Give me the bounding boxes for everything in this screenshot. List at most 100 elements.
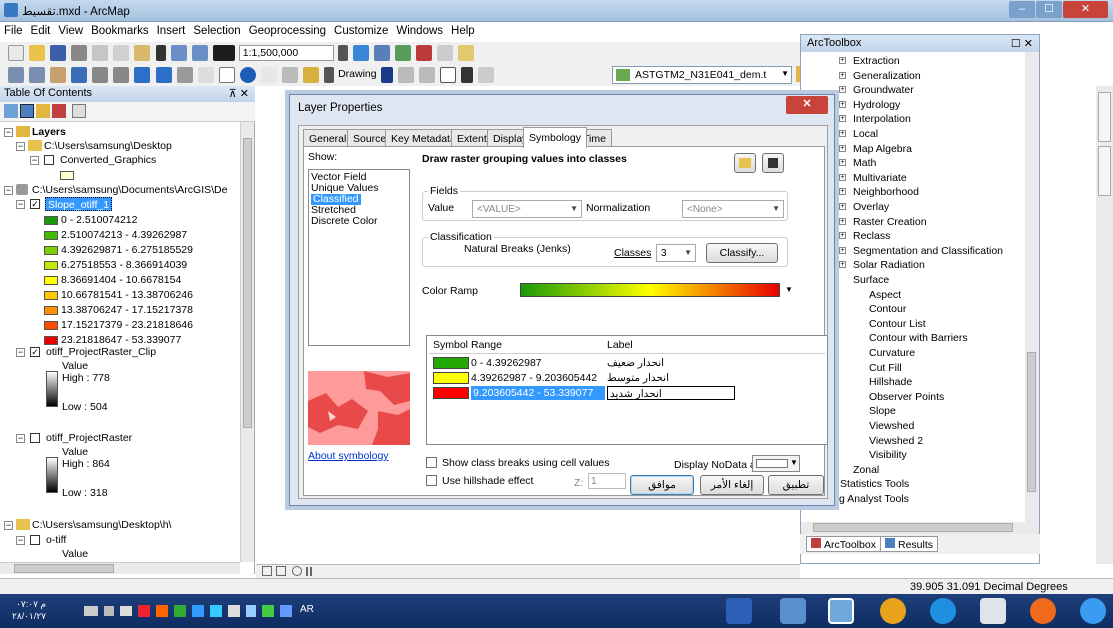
normalization-combo[interactable]: <None> ▼ <box>682 200 784 218</box>
zoom-to-selected-icon[interactable] <box>418 67 435 83</box>
measure-icon[interactable] <box>281 67 298 83</box>
options-icon[interactable] <box>72 104 86 118</box>
explorer-taskbar-icon[interactable] <box>780 598 806 624</box>
layout-view-icon[interactable] <box>276 566 286 576</box>
ok-button[interactable]: موافق <box>630 475 694 495</box>
list-by-selection-icon[interactable] <box>52 104 66 118</box>
firefox-taskbar-icon[interactable] <box>1030 598 1056 624</box>
font-color-icon[interactable] <box>477 67 494 83</box>
expand-icon[interactable]: + <box>839 173 846 181</box>
collapse-icon[interactable]: − <box>16 434 25 443</box>
z-factor-input[interactable]: 1 <box>588 473 626 489</box>
menu-selection[interactable]: Selection <box>189 22 244 40</box>
panel-close-icon[interactable]: ☐ ✕ <box>1011 37 1033 50</box>
menu-windows[interactable]: Windows <box>392 22 447 40</box>
expand-icon[interactable]: + <box>839 217 846 225</box>
toc-desktop-path[interactable]: C:\Users\samsung\Desktop <box>44 139 172 153</box>
menu-geoprocessing[interactable]: Geoprocessing <box>245 22 330 40</box>
tool-surface-items-3[interactable]: Contour with Barriers <box>869 331 968 346</box>
tray-app-icon[interactable] <box>210 605 222 617</box>
delete-icon[interactable] <box>155 45 166 61</box>
tool-surface-items-6[interactable]: Hillshade <box>869 375 912 390</box>
drawing-menu[interactable]: Drawing <box>338 68 377 80</box>
flag-icon[interactable] <box>120 606 132 616</box>
collapse-icon[interactable]: − <box>16 142 25 151</box>
dialog-close-button[interactable]: ✕ <box>786 96 828 114</box>
expand-icon[interactable]: + <box>839 232 846 240</box>
rectangle-icon[interactable] <box>439 67 456 83</box>
menu-file[interactable]: File <box>0 22 27 40</box>
arctoolbox-vertical-scrollbar[interactable] <box>1025 52 1039 522</box>
toolset-items-11[interactable]: Raster Creation <box>853 215 927 230</box>
tool-surface-items-2[interactable]: Contour List <box>869 317 926 332</box>
color-ramp-preview[interactable] <box>520 283 780 297</box>
row-2-range[interactable]: 4.39262987 - 9.203605442 <box>471 371 597 385</box>
add-data-icon[interactable] <box>212 45 235 61</box>
app-taskbar-icon[interactable] <box>1080 598 1106 624</box>
toc-slope-layer[interactable]: Slope_otiff_1 <box>45 197 113 211</box>
arctoolbox-scroll-thumb[interactable] <box>1027 352 1036 492</box>
battery-icon[interactable] <box>104 606 114 616</box>
save-symbology-button[interactable] <box>762 153 784 173</box>
tool-surface-items-8[interactable]: Slope <box>869 404 896 419</box>
menu-view[interactable]: View <box>54 22 87 40</box>
app-taskbar-icon[interactable] <box>980 598 1006 624</box>
refresh-icon[interactable] <box>292 566 302 576</box>
nodata-color-picker[interactable]: ▼ <box>752 455 800 472</box>
select-elements-icon[interactable] <box>218 67 235 83</box>
row-1-symbol-swatch[interactable] <box>433 357 469 369</box>
toolset-items-8[interactable]: Multivariate <box>853 171 907 186</box>
forward-extent-icon[interactable] <box>155 67 172 83</box>
menu-customize[interactable]: Customize <box>330 22 392 40</box>
tool-surface-items-0[interactable]: Aspect <box>869 288 901 303</box>
new-document-icon[interactable] <box>8 45 25 61</box>
row-3-symbol-swatch[interactable] <box>433 387 469 399</box>
collapse-icon[interactable]: − <box>16 200 25 209</box>
tray-app-icon[interactable] <box>192 605 204 617</box>
toolset-items-6[interactable]: Map Algebra <box>853 142 912 157</box>
tool-surface-items-7[interactable]: Observer Points <box>869 390 944 405</box>
toolset-items-9[interactable]: Neighborhood <box>853 185 919 200</box>
tab-symbology[interactable]: Symbology <box>523 127 587 148</box>
network-icon[interactable] <box>262 605 274 617</box>
toc-vertical-scrollbar[interactable] <box>240 122 254 562</box>
fixed-zoom-in-icon[interactable] <box>92 67 109 83</box>
bluetooth-icon[interactable] <box>246 605 256 617</box>
expand-icon[interactable]: + <box>839 115 846 123</box>
table-row[interactable]: 4.39262987 - 9.203605442 انحدار متوسط <box>427 371 827 385</box>
tool-surface-items-10[interactable]: Viewshed 2 <box>869 434 923 449</box>
word-taskbar-icon[interactable] <box>726 598 752 624</box>
tab-results[interactable]: Results <box>880 536 939 552</box>
cancel-button[interactable]: إلغاء الأمر <box>700 475 764 495</box>
slope-layer-checkbox[interactable]: ✓ <box>30 199 40 209</box>
save-icon[interactable] <box>50 45 67 61</box>
toc-layers-frame[interactable]: Layers <box>32 125 66 139</box>
toolset-items-5[interactable]: Local <box>853 127 878 142</box>
expand-icon[interactable]: + <box>839 246 846 254</box>
pan-icon[interactable] <box>50 67 67 83</box>
toolset-items-13[interactable]: Segmentation and Classification <box>853 244 1003 259</box>
toc-h-path[interactable]: C:\Users\samsung\Desktop\h\ <box>32 518 171 532</box>
tool-surface-items-4[interactable]: Curvature <box>869 346 915 361</box>
menu-insert[interactable]: Insert <box>153 22 190 40</box>
row-3-range[interactable]: 9.203605442 - 53.339077 <box>471 386 605 400</box>
toc-scroll-thumb[interactable] <box>243 138 252 428</box>
full-extent-icon[interactable] <box>71 67 88 83</box>
color-ramp-dropdown[interactable]: ▼ <box>782 283 796 297</box>
toc-converted-graphics[interactable]: Converted_Graphics <box>60 153 156 167</box>
toc-proj-layer[interactable]: otiff_ProjectRaster <box>46 431 132 445</box>
collapse-icon[interactable]: − <box>4 521 13 530</box>
toolset-items-1[interactable]: Generalization <box>853 69 921 84</box>
undo-icon[interactable] <box>170 45 187 61</box>
table-row[interactable]: 0 - 4.39262987 انحدار ضعيف <box>427 356 827 370</box>
zoom-out-icon[interactable] <box>29 67 46 83</box>
proj-layer-checkbox[interactable] <box>30 433 40 443</box>
otiff-checkbox[interactable] <box>30 535 40 545</box>
tray-app-icon[interactable] <box>138 605 150 617</box>
expand-icon[interactable]: + <box>839 100 846 108</box>
python-window-icon[interactable] <box>437 45 454 61</box>
toc-hscroll-thumb[interactable] <box>14 564 114 573</box>
copy-icon[interactable] <box>113 45 130 61</box>
menu-help[interactable]: Help <box>447 22 479 40</box>
find-icon[interactable] <box>260 67 277 83</box>
